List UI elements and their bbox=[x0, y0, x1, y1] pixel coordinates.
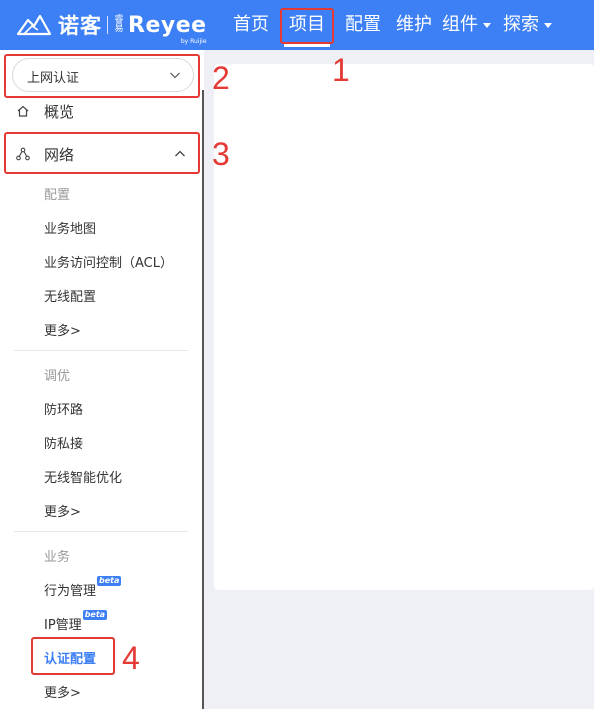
sidebar-border bbox=[202, 90, 204, 709]
submenu-item-wireless-config[interactable]: 无线配置 bbox=[44, 286, 96, 305]
brand-separator bbox=[107, 16, 108, 34]
menu-item-overview[interactable]: 概览 bbox=[0, 96, 200, 126]
content-card bbox=[214, 64, 594, 590]
submenu-item-ip-management-label: IP管理 bbox=[44, 618, 82, 633]
group-title-service: 业务 bbox=[44, 550, 71, 565]
brand-by: by Ruijie bbox=[180, 37, 207, 45]
group-divider bbox=[14, 531, 188, 532]
annotation-box-3 bbox=[4, 132, 200, 174]
menu-item-overview-label: 概览 bbox=[44, 102, 75, 121]
group-divider bbox=[14, 350, 188, 351]
annotation-number-3: 3 bbox=[212, 136, 230, 172]
caret-down-icon bbox=[483, 22, 491, 28]
annotation-box-1 bbox=[280, 8, 334, 44]
submenu-item-behavior-management-label: 行为管理 bbox=[44, 584, 97, 599]
caret-down-icon bbox=[544, 22, 552, 28]
submenu-item-behavior-management[interactable]: 行为管理beta bbox=[44, 576, 122, 599]
submenu-item-acl[interactable]: 业务访问控制（ACL） bbox=[44, 252, 173, 271]
group-title-tuning: 调优 bbox=[44, 369, 71, 384]
nav-components[interactable]: 组件 bbox=[442, 12, 491, 38]
brand-name-cn: 诺客 bbox=[58, 14, 102, 38]
brand-sub: 睿易 bbox=[114, 15, 124, 34]
group-title-config: 配置 bbox=[44, 188, 71, 203]
nav-maintain[interactable]: 维护 bbox=[396, 12, 432, 38]
beta-badge: beta bbox=[97, 576, 122, 586]
nav-components-label: 组件 bbox=[442, 14, 478, 35]
submenu-item-ip-management[interactable]: IP管理beta bbox=[44, 610, 108, 633]
home-icon bbox=[17, 105, 29, 117]
nav-explore[interactable]: 探索 bbox=[503, 12, 552, 38]
nav-config[interactable]: 配置 bbox=[345, 12, 381, 38]
annotation-box-4 bbox=[31, 637, 115, 675]
beta-badge: beta bbox=[82, 610, 108, 620]
annotation-box-2 bbox=[4, 54, 200, 98]
brand-mark-icon bbox=[16, 14, 52, 36]
brand-logo[interactable]: 诺客 睿易 Reyee by Ruijie bbox=[14, 10, 207, 45]
nav-home[interactable]: 首页 bbox=[233, 12, 269, 38]
annotation-number-2: 2 bbox=[212, 60, 230, 96]
submenu-item-wireless-optimization[interactable]: 无线智能优化 bbox=[44, 467, 122, 486]
submenu-item-service-map[interactable]: 业务地图 bbox=[44, 218, 96, 237]
submenu-item-rogue-prevention[interactable]: 防私接 bbox=[44, 433, 83, 452]
submenu-item-more-service[interactable]: 更多> bbox=[44, 682, 81, 701]
submenu-item-more-tuning[interactable]: 更多> bbox=[44, 501, 81, 520]
submenu-item-more-config[interactable]: 更多> bbox=[44, 320, 81, 339]
brand-name-en: Reyee by Ruijie bbox=[128, 12, 207, 45]
nav-explore-label: 探索 bbox=[503, 14, 539, 35]
nav-active-indicator bbox=[284, 44, 330, 47]
annotation-number-4: 4 bbox=[122, 640, 140, 676]
submenu-item-loop-prevention[interactable]: 防环路 bbox=[44, 399, 83, 418]
annotation-number-1: 1 bbox=[332, 52, 350, 88]
brand-name-en-text: Reyee bbox=[128, 12, 207, 38]
